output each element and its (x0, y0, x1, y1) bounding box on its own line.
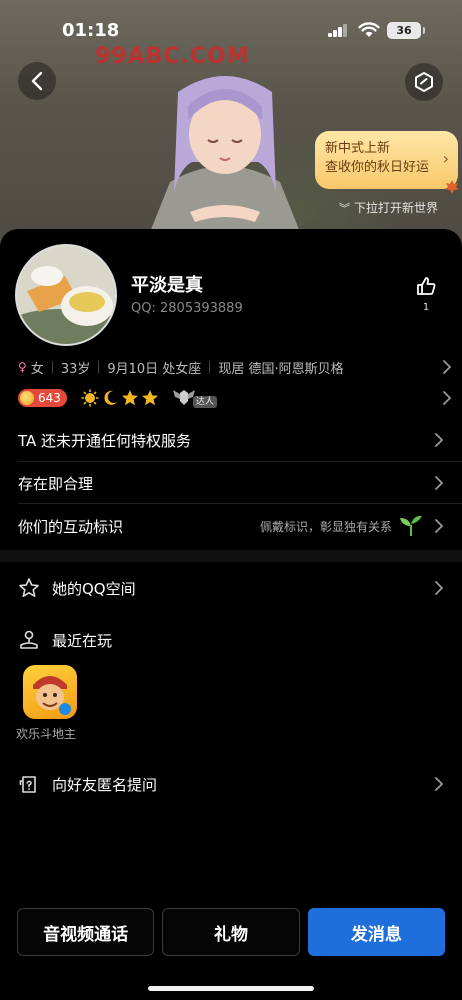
divider (98, 361, 100, 373)
gender-text: 女 (30, 361, 44, 377)
level-value: 643 (38, 391, 61, 405)
home-indicator[interactable] (148, 986, 314, 991)
interaction-hint-text: 佩戴标识，彰显独有关系 (259, 519, 392, 534)
question-box-icon (19, 776, 36, 793)
qzone-label: 她的QQ空间 (52, 579, 136, 598)
nickname: 平淡是真 (131, 275, 203, 296)
recent-play-label: 最近在玩 (52, 631, 113, 650)
chevron-right-icon (435, 581, 444, 595)
cellular-signal-icon (328, 24, 348, 37)
level-icons (81, 389, 159, 407)
game-icon (23, 665, 77, 719)
divider (51, 361, 53, 373)
chevron-right-icon (435, 519, 444, 533)
sun-icon (81, 389, 99, 407)
profile-hero: 01:18 36 99ABC.COM 新中式上新 查收你的秋日好运 › ︾ 下拉… (0, 0, 462, 250)
chevron-right-icon (443, 360, 452, 374)
thumbs-up-icon (417, 277, 436, 295)
level-row[interactable]: 643 达人 (18, 387, 452, 409)
qq-label: QQ: (131, 301, 156, 316)
promo-line-2: 查收你的秋日好运 (325, 160, 430, 175)
privilege-row[interactable]: TA 还未开通任何特权服务 (0, 419, 462, 461)
like-count: 1 (422, 302, 430, 313)
divider (209, 361, 211, 373)
joystick-icon (20, 630, 38, 649)
pull-hint-text: 下拉打开新世界 (354, 201, 439, 215)
chevron-left-icon (31, 71, 43, 91)
residence-text: 现居 德国·阿恩斯贝格 (218, 361, 344, 377)
battery-indicator: 36 (387, 22, 425, 39)
age-text: 33岁 (60, 361, 91, 377)
pull-down-hint[interactable]: ︾ 下拉打开新世界 (339, 199, 438, 216)
interaction-mark-row[interactable]: 你们的互动标识 佩戴标识，彰显独有关系 (0, 505, 462, 547)
landlord-character-icon (33, 676, 71, 715)
avatar[interactable] (15, 244, 117, 346)
qzone-row[interactable]: 她的QQ空间 (0, 568, 462, 608)
anonymous-question-row[interactable]: 向好友匿名提问 (0, 764, 462, 804)
chevron-right-icon (435, 433, 444, 447)
recent-play-header: 最近在玩 (0, 620, 462, 660)
section-separator (0, 550, 462, 562)
watermark: 99ABC.COM (95, 44, 250, 69)
game-name: 欢乐斗地主 (15, 727, 76, 741)
daren-tag: 达人 (192, 396, 217, 408)
status-time: 01:18 (62, 20, 120, 41)
coin-icon (20, 391, 34, 405)
back-button[interactable] (18, 62, 56, 100)
interaction-mark-hint: 佩戴标识，彰显独有关系 (260, 515, 424, 537)
star-icon (141, 390, 158, 406)
game-item[interactable]: 欢乐斗地主 (15, 665, 85, 742)
action-bar: 音视频通话 礼物 发消息 (17, 908, 446, 956)
3d-avatar-illustration (150, 76, 300, 232)
daren-badge: 达人 (171, 387, 217, 409)
signature-row[interactable]: 存在即合理 (0, 462, 462, 504)
qq-number-value: 2805393889 (160, 301, 243, 316)
divider (18, 503, 462, 504)
double-chevron-down-icon: ︾ (339, 202, 350, 215)
like-button[interactable]: 1 (413, 275, 439, 313)
anonymous-question-label: 向好友匿名提问 (52, 775, 158, 794)
profile-card: 平淡是真 QQ: 2805393889 1 ♀ 女 33岁 9月10日 处女座 … (0, 229, 462, 1000)
send-message-button[interactable]: 发消息 (307, 908, 446, 956)
gift-button[interactable]: 礼物 (162, 908, 300, 956)
privilege-text: TA 还未开通任何特权服务 (18, 431, 192, 450)
chevron-right-icon (443, 391, 452, 405)
star-outline-icon (19, 578, 39, 597)
wifi-icon (358, 22, 380, 37)
moon-icon (104, 390, 117, 405)
chevron-right-icon: › (442, 149, 449, 168)
maple-leaf-icon (445, 180, 459, 194)
interaction-mark-label: 你们的互动标识 (18, 517, 124, 536)
hexagon-icon (415, 72, 433, 92)
chevron-right-icon (435, 476, 444, 490)
birthday-text: 9月10日 处女座 (107, 361, 202, 377)
female-icon: ♀ (18, 360, 27, 374)
chevron-right-icon (435, 777, 444, 791)
tea-cup-photo (17, 246, 115, 344)
star-icon (121, 390, 138, 406)
sprout-icon (400, 515, 422, 536)
super-show-button[interactable] (405, 63, 443, 101)
promo-line-1: 新中式上新 (325, 141, 391, 156)
level-badge: 643 (18, 389, 67, 407)
av-call-button[interactable]: 音视频通话 (17, 908, 155, 956)
qq-number[interactable]: QQ: 2805393889 (131, 301, 243, 316)
basic-info-row[interactable]: ♀ 女 33岁 9月10日 处女座 现居 德国·阿恩斯贝格 (18, 357, 452, 377)
signature-text: 存在即合理 (18, 474, 94, 493)
promo-bubble[interactable]: 新中式上新 查收你的秋日好运 › (315, 131, 459, 194)
